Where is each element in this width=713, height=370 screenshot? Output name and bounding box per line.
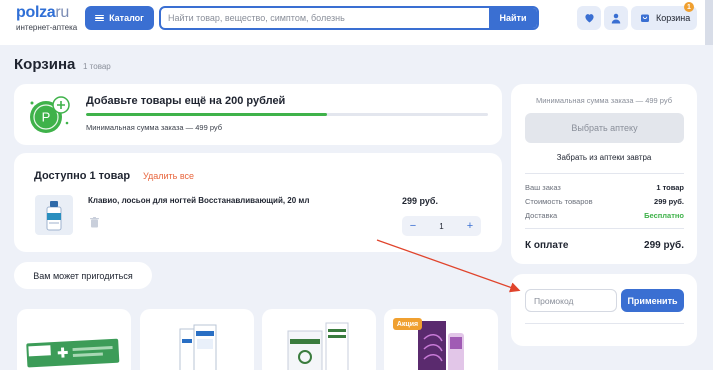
svg-text:Р: Р (42, 110, 51, 125)
search-input[interactable] (161, 8, 491, 28)
summary-label: Ваш заказ (525, 183, 561, 192)
product-box-image (179, 324, 217, 370)
remove-all-link[interactable]: Удалить все (143, 171, 194, 181)
order-summary-card: Минимальная сумма заказа — 499 руб Выбра… (511, 84, 697, 264)
catalog-label: Каталог (109, 13, 144, 23)
sale-badge: Акция (393, 318, 422, 330)
logo-suffix: ru (55, 4, 70, 21)
summary-label: Доставка (525, 211, 558, 220)
heart-icon (584, 14, 594, 23)
promo-code-input[interactable] (525, 289, 617, 312)
lotion-bottle-icon (46, 201, 62, 231)
min-order-title: Добавьте товары ещё на 200 рублей (86, 95, 286, 107)
choose-pharmacy-button[interactable]: Выбрать аптеку (525, 113, 684, 143)
delivery-free-value: Бесплатно (644, 211, 684, 220)
available-title: Доступно 1 товар (34, 170, 131, 182)
profile-button[interactable] (604, 6, 628, 30)
items-count: 1 товар (83, 62, 111, 71)
header: polzaru интернет-аптека Каталог Найти Ко… (0, 0, 713, 45)
min-order-progress-fill (86, 113, 328, 116)
product-image[interactable] (35, 195, 73, 235)
trash-icon[interactable] (90, 217, 99, 228)
user-icon (611, 13, 621, 23)
cart-count-badge: 1 (684, 2, 694, 12)
burger-icon (95, 14, 105, 22)
summary-label: Стоимость товаров (525, 197, 593, 206)
summary-row-cost: Стоимость товаров 299 руб. (525, 197, 684, 206)
search-button[interactable]: Найти (489, 8, 537, 28)
coin-icon: Р (30, 96, 70, 133)
summary-row-order: Ваш заказ 1 товар (525, 183, 684, 192)
total-value: 299 руб. (644, 240, 684, 251)
suggested-product-card[interactable] (17, 309, 131, 370)
apply-promo-button[interactable]: Применить (621, 289, 684, 312)
increase-quantity-button[interactable]: + (465, 220, 475, 232)
logo[interactable]: polzaru интернет-аптека (16, 4, 77, 33)
total-row: К оплате 299 руб. (525, 240, 684, 251)
scrollbar[interactable] (705, 0, 713, 45)
promo-code-card: Применить (511, 274, 697, 346)
logo-main-text: polza (16, 4, 56, 21)
suggested-product-card[interactable] (262, 309, 376, 370)
min-order-note: Минимальная сумма заказа — 499 руб (535, 96, 673, 105)
min-order-card: Р Добавьте товары ещё на 200 рублей Мини… (14, 84, 502, 145)
product-name[interactable]: Клавио, лосьон для ногтей Восстанавливаю… (88, 196, 309, 205)
decrease-quantity-button[interactable]: − (408, 220, 418, 232)
summary-row-delivery: Доставка Бесплатно (525, 211, 684, 220)
min-order-subtitle: Минимальная сумма заказа — 499 руб (86, 123, 223, 132)
catalog-button[interactable]: Каталог (85, 6, 154, 30)
logo-subtitle: интернет-аптека (16, 23, 78, 32)
available-items-card: Доступно 1 товар Удалить все Клавио, лос… (14, 153, 502, 252)
product-box-image (26, 338, 120, 368)
min-order-progress (86, 113, 488, 116)
divider (525, 173, 684, 174)
search-bar: Найти (159, 6, 539, 30)
pickup-note: Забрать из аптеки завтра (556, 153, 652, 162)
divider (525, 323, 684, 324)
divider (525, 228, 684, 229)
favorites-button[interactable] (577, 6, 601, 30)
product-price: 299 руб. (402, 196, 438, 206)
summary-value: 299 руб. (654, 197, 684, 206)
cart-label: Корзина (656, 13, 691, 23)
quantity-stepper: − 1 + (402, 216, 481, 236)
product-box-image (287, 322, 349, 370)
total-label: К оплате (525, 240, 569, 251)
quantity-value: 1 (439, 221, 444, 231)
suggested-product-card[interactable] (140, 309, 254, 370)
suggestions-heading: Вам может пригодиться (14, 262, 152, 289)
summary-value: 1 товар (656, 183, 684, 192)
cart-icon (641, 14, 649, 22)
page-title: Корзина (14, 56, 76, 73)
